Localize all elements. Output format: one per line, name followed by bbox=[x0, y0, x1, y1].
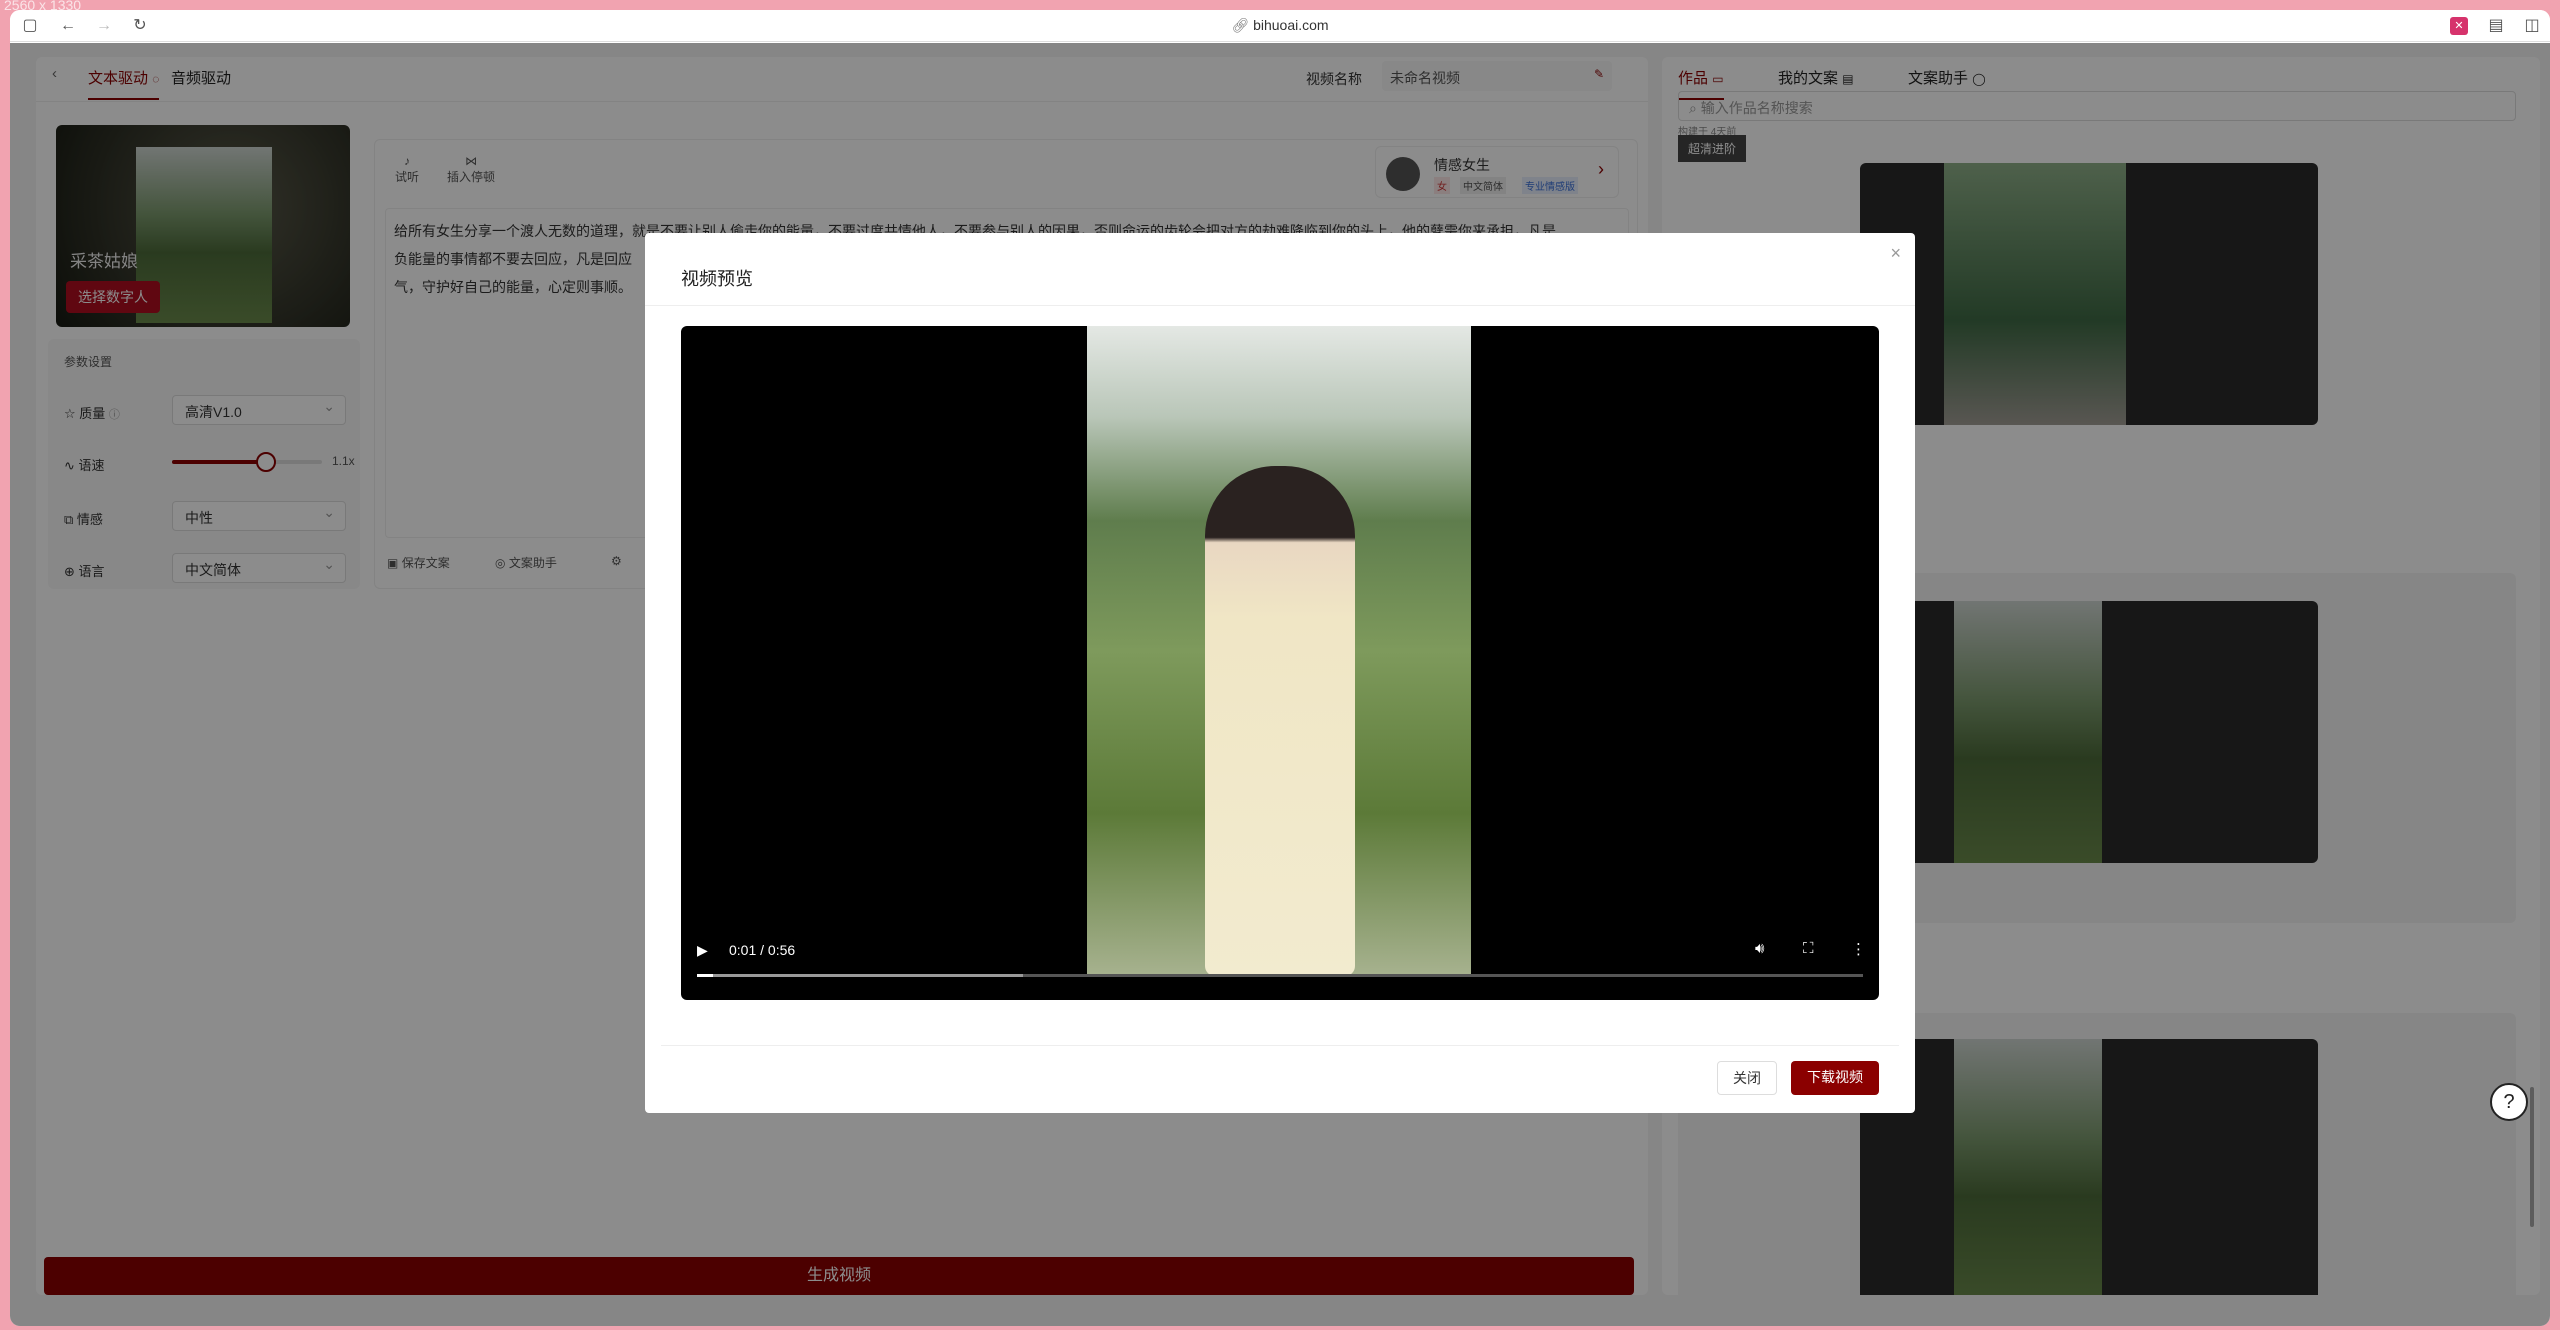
download-video-button[interactable]: 下载视频 bbox=[1791, 1061, 1879, 1095]
person-figure bbox=[1205, 466, 1355, 976]
video-player[interactable]: ▶ 0:01 / 0:56 🔊︎ ⛶ ⋮ bbox=[681, 326, 1879, 1000]
video-preview-modal: × 视频预览 ▶ 0:01 / 0:56 🔊︎ ⛶ ⋮ 关闭 下载视频 bbox=[645, 233, 1915, 1113]
address-bar[interactable]: 🔗︎ bihuoai.com bbox=[10, 17, 2550, 34]
play-icon[interactable]: ▶ bbox=[697, 942, 708, 959]
browser-window: ▢ ← → ↻ 🔗︎ bihuoai.com ✕ ▤ ◫ ‹ 文本驱动 ◌ 音频… bbox=[10, 10, 2550, 1326]
video-progress-bar[interactable] bbox=[697, 974, 1863, 977]
link-icon: 🔗︎ bbox=[1231, 17, 1254, 33]
url-text: bihuoai.com bbox=[1253, 17, 1329, 33]
volume-icon[interactable]: 🔊︎ bbox=[1755, 940, 1764, 957]
fullscreen-icon[interactable]: ⛶ bbox=[1803, 940, 1814, 957]
reader-icon[interactable]: ▤ bbox=[2486, 16, 2506, 36]
split-view-icon[interactable]: ◫ bbox=[2522, 16, 2542, 36]
browser-toolbar: ▢ ← → ↻ 🔗︎ bihuoai.com ✕ ▤ ◫ bbox=[10, 10, 2550, 42]
video-time: 0:01 / 0:56 bbox=[729, 942, 796, 958]
modal-title: 视频预览 bbox=[681, 269, 753, 289]
video-frame bbox=[1087, 326, 1471, 976]
close-button[interactable]: 关闭 bbox=[1717, 1061, 1777, 1095]
extension-icon[interactable]: ✕ bbox=[2450, 17, 2468, 35]
help-icon[interactable]: ? bbox=[2490, 1083, 2528, 1121]
close-icon[interactable]: × bbox=[1890, 243, 1901, 264]
more-options-icon[interactable]: ⋮ bbox=[1851, 940, 1866, 958]
